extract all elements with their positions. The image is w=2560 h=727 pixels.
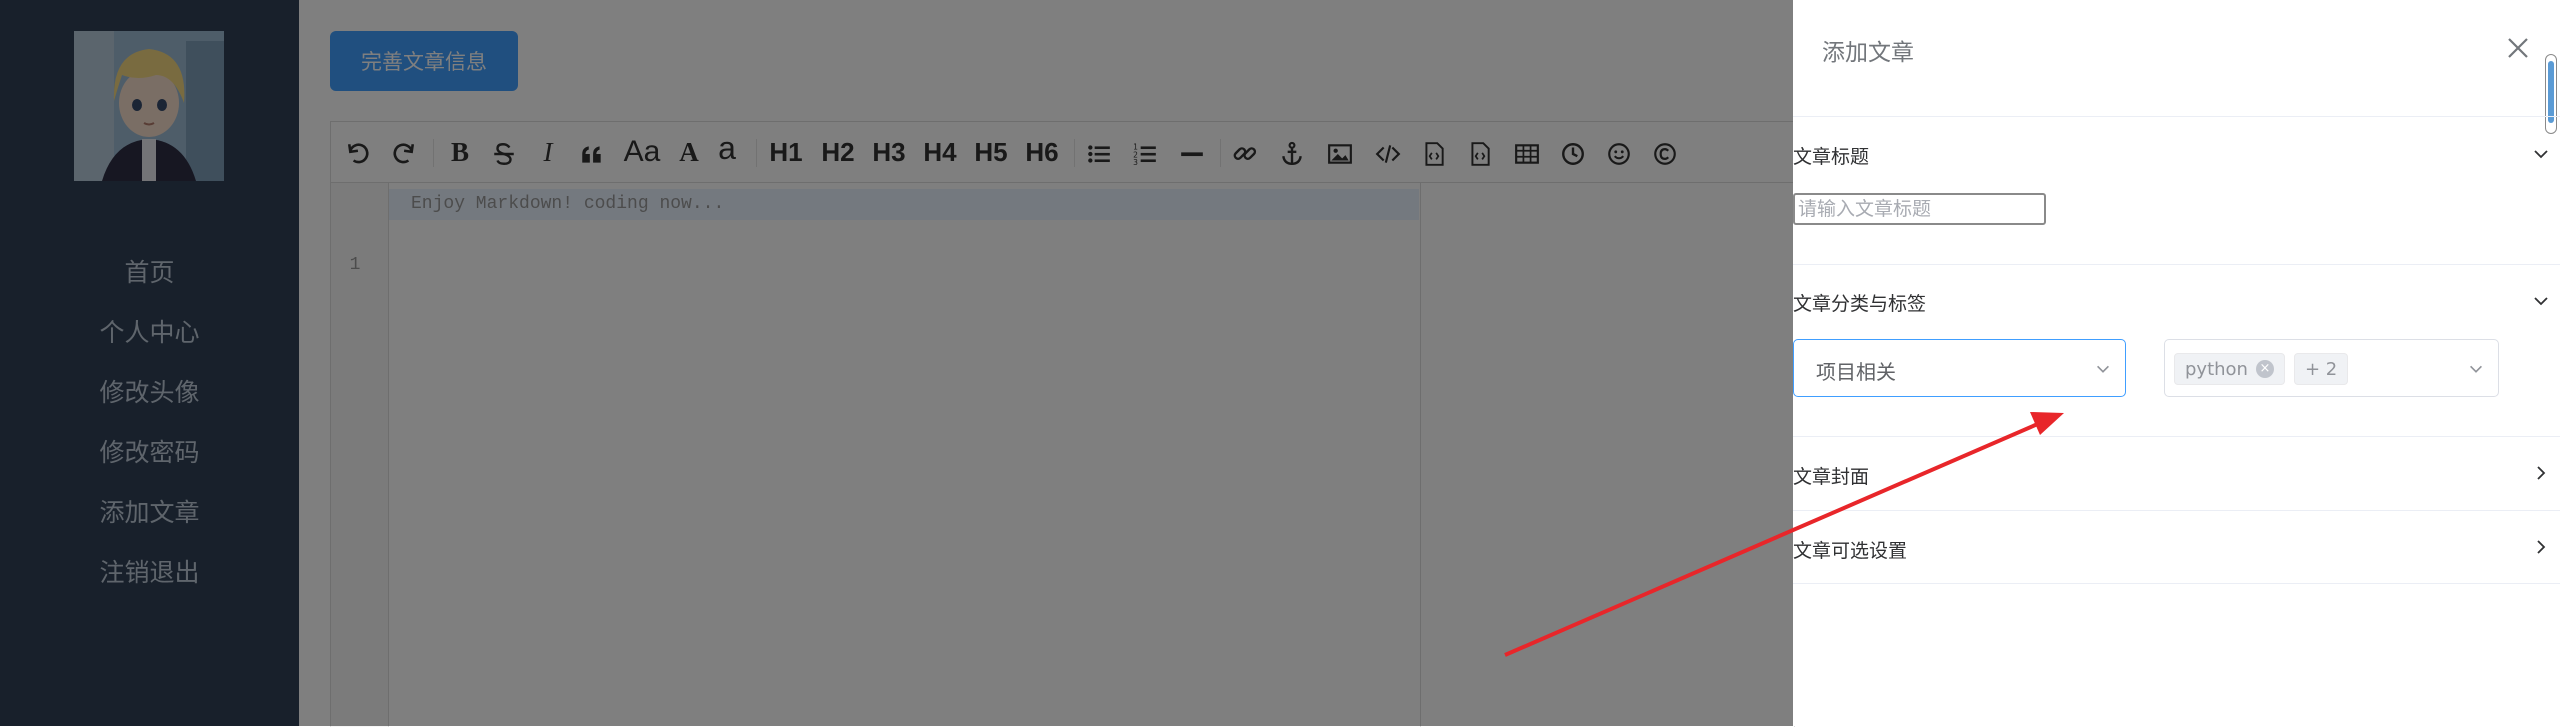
section-optional-settings[interactable]: 文章可选设置 <box>1793 536 1907 563</box>
tags-select[interactable]: python × + 2 <box>2164 339 2499 397</box>
tag-chip: python × <box>2174 353 2285 385</box>
section-article-title[interactable]: 文章标题 <box>1793 142 1869 169</box>
modal-overlay[interactable] <box>0 0 1793 726</box>
divider <box>1793 264 2560 265</box>
section-category-tags[interactable]: 文章分类与标签 <box>1793 289 1926 316</box>
divider <box>1793 116 2560 117</box>
drawer-title: 添加文章 <box>1822 40 1914 66</box>
scrollbar-thumb[interactable] <box>2548 61 2554 123</box>
chevron-right-icon[interactable] <box>2531 463 2551 483</box>
category-select[interactable]: 项目相关 <box>1793 339 2126 397</box>
divider <box>1793 583 2560 584</box>
chevron-down-icon[interactable] <box>2531 144 2551 164</box>
chevron-down-icon[interactable] <box>2531 291 2551 311</box>
article-title-input[interactable] <box>1793 193 2046 225</box>
chevron-down-icon <box>2097 365 2109 373</box>
section-article-cover[interactable]: 文章封面 <box>1793 462 1869 489</box>
scrollbar[interactable] <box>2545 54 2557 134</box>
chevron-right-icon[interactable] <box>2531 537 2551 557</box>
close-icon[interactable] <box>2503 33 2533 63</box>
chevron-down-icon <box>2470 365 2482 373</box>
tag-label: python <box>2185 359 2248 380</box>
tag-more-count: + 2 <box>2294 353 2349 385</box>
add-article-drawer: 添加文章 文章标题 文章分类与标签 项目相关 python × + 2 文章封面 <box>1793 0 2560 726</box>
divider <box>1793 436 2560 437</box>
category-selected-value: 项目相关 <box>1816 360 1896 384</box>
close-icon[interactable]: × <box>2255 359 2274 378</box>
divider <box>1793 510 2560 511</box>
